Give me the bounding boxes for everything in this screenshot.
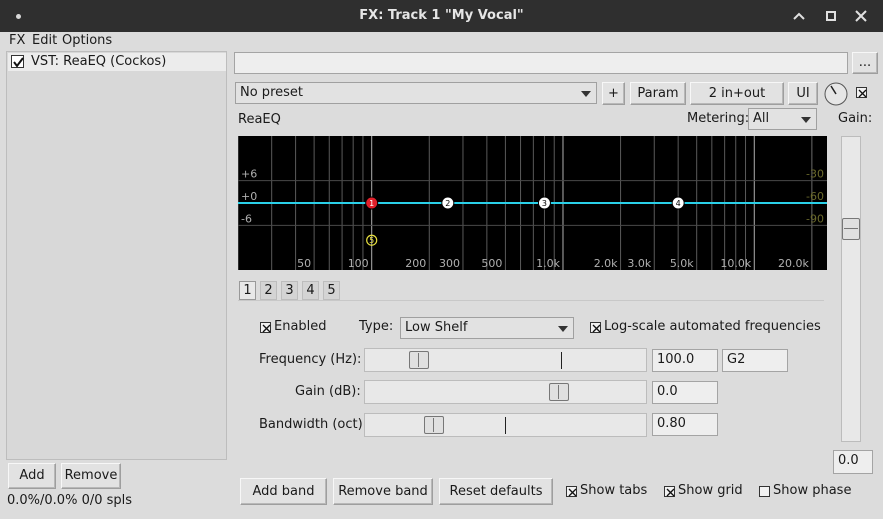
db-tick-label: +0 (241, 190, 257, 203)
band-type-label: Type: (359, 319, 394, 334)
band-tab-2[interactable]: 2 (260, 281, 277, 300)
frequency-note-input[interactable]: G2 (722, 349, 788, 372)
meter-tick-label: -90 (806, 212, 824, 225)
freq-tick-label: 2.0k (594, 257, 618, 270)
show-grid-checkbox[interactable] (664, 486, 675, 497)
band-gain-label: Gain (dB): (295, 384, 361, 399)
remove-fx-button[interactable]: Remove (61, 463, 121, 489)
show-tabs-checkbox[interactable] (566, 486, 577, 497)
minimize-icon[interactable] (789, 6, 809, 26)
output-gain-slider-thumb[interactable] (842, 218, 860, 240)
chevron-down-icon (581, 91, 591, 97)
show-phase-checkbox[interactable] (759, 486, 770, 497)
io-button[interactable]: 2 in+out (690, 82, 784, 105)
meter-tick-label: -30 (806, 168, 824, 181)
freq-tick-label: 300 (439, 257, 460, 270)
band-tab-1[interactable]: 1 (239, 281, 256, 300)
fx-chain-item[interactable]: VST: ReaEQ (Cockos) (8, 53, 226, 71)
close-icon[interactable] (851, 6, 871, 26)
add-preset-button[interactable]: + (602, 82, 625, 105)
remove-band-button[interactable]: Remove band (333, 478, 433, 505)
band-tab-5[interactable]: 5 (323, 281, 340, 300)
freq-tick-label: 10.0k (720, 257, 751, 270)
chevron-down-icon (801, 117, 811, 123)
fx-enable-checkbox[interactable] (11, 55, 24, 68)
band-handle-label: 3 (542, 199, 547, 208)
logscale-label: Log-scale automated frequencies (604, 319, 821, 334)
metering-label: Metering: (687, 111, 750, 126)
chevron-down-icon (558, 326, 568, 332)
bandwidth-input[interactable]: 0.80 (652, 413, 718, 436)
freq-tick-label: 3.0k (627, 257, 651, 270)
title-bar: FX: Track 1 "My Vocal" (0, 0, 883, 32)
band-type-select[interactable]: Low Shelf (400, 317, 574, 339)
db-tick-label: -6 (241, 212, 252, 225)
band-enabled-label: Enabled (274, 319, 327, 334)
band-handle-label: 1 (369, 199, 374, 208)
preset-select[interactable]: No preset (235, 82, 597, 104)
plugin-name-field[interactable] (234, 52, 848, 74)
cpu-status: 0.0%/0.0% 0/0 spls (7, 493, 133, 508)
band-type-value: Low Shelf (405, 320, 468, 335)
frequency-input[interactable]: 100.0 (652, 349, 718, 372)
divider (238, 300, 824, 301)
param-button[interactable]: Param (630, 82, 686, 105)
freq-tick-label: 50 (297, 257, 311, 270)
more-button[interactable]: ... (852, 52, 878, 74)
plugin-title: ReaEQ (238, 112, 281, 127)
logscale-checkbox[interactable] (590, 322, 601, 333)
band-handle-label: 2 (445, 199, 450, 208)
reset-defaults-button[interactable]: Reset defaults (439, 478, 553, 505)
bypass-checkbox[interactable] (856, 87, 867, 98)
show-phase-label: Show phase (773, 483, 852, 498)
maximize-icon[interactable] (821, 6, 841, 26)
output-gain-input[interactable]: 0.0 (833, 450, 873, 474)
menu-options[interactable]: Options (62, 33, 112, 48)
show-grid-label: Show grid (678, 483, 743, 498)
band-gain-input[interactable]: 0.0 (652, 381, 718, 404)
menu-fx[interactable]: FX (9, 33, 25, 48)
bandwidth-slider[interactable] (364, 413, 647, 437)
fx-chain-list[interactable]: VST: ReaEQ (Cockos) (6, 51, 227, 460)
freq-tick-label: 200 (405, 257, 426, 270)
fx-chain-item-label: VST: ReaEQ (Cockos) (31, 54, 167, 69)
freq-tick-label: 100 (348, 257, 369, 270)
add-fx-button[interactable]: Add (8, 463, 56, 489)
add-band-button[interactable]: Add band (240, 478, 327, 505)
band-handle-label: 4 (676, 199, 681, 208)
menu-bar: FX Edit Options (0, 32, 883, 50)
eq-graph-canvas[interactable]: +6 +0 -6 -30 -60 -90 50 100 200 300 500 1.0k 2.0k 3.0… (238, 136, 827, 270)
freq-tick-label: 500 (481, 257, 502, 270)
fx-window: FX Edit Options VST: ReaEQ (Cockos) Add … (0, 32, 883, 519)
freq-tick-label: 20.0k (778, 257, 809, 270)
band-tab-3[interactable]: 3 (281, 281, 298, 300)
bandwidth-slider-thumb[interactable] (424, 416, 444, 434)
band-enabled-checkbox[interactable] (260, 322, 271, 333)
metering-select[interactable]: All (748, 108, 817, 130)
preset-value: No preset (240, 85, 303, 100)
gain-label: Gain: (838, 111, 873, 126)
db-tick-label: +6 (241, 168, 257, 181)
bandwidth-default-marker (505, 417, 506, 434)
freq-tick-label: 5.0k (670, 257, 694, 270)
output-gain-slider[interactable] (841, 136, 861, 442)
show-tabs-label: Show tabs (580, 483, 648, 498)
window-title: FX: Track 1 "My Vocal" (359, 8, 524, 23)
meter-tick-label: -60 (806, 190, 824, 203)
band-handle-label: 5 (369, 236, 374, 245)
menu-edit[interactable]: Edit (32, 33, 57, 48)
ui-button[interactable]: UI (788, 82, 818, 105)
band-gain-slider-thumb[interactable] (549, 383, 569, 401)
frequency-default-marker (561, 352, 562, 369)
freq-tick-label: 1.0k (536, 257, 560, 270)
frequency-slider[interactable] (364, 348, 647, 372)
frequency-slider-thumb[interactable] (409, 351, 429, 369)
band-tab-4[interactable]: 4 (302, 281, 319, 300)
metering-value: All (753, 111, 770, 126)
bandwidth-label: Bandwidth (oct): (259, 417, 368, 432)
eq-graph[interactable]: +6 +0 -6 -30 -60 -90 50 100 200 300 500 1.0k 2.0k 3.0… (238, 136, 827, 270)
wet-knob-icon[interactable] (823, 81, 849, 107)
frequency-label: Frequency (Hz): (259, 352, 362, 367)
band-gain-slider[interactable] (364, 380, 647, 404)
